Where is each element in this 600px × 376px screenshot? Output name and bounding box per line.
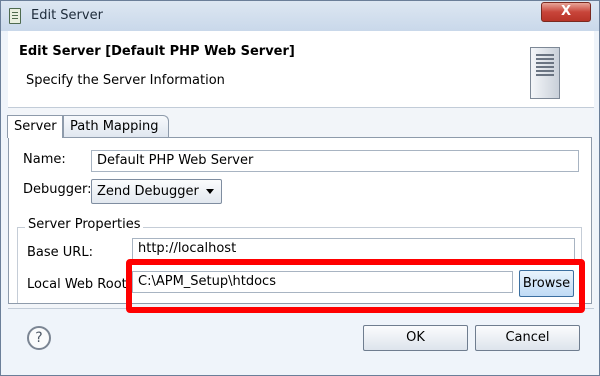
debugger-label: Debugger:: [23, 182, 92, 197]
base-url-label: Base URL:: [27, 245, 93, 260]
debugger-selected-value: Zend Debugger: [97, 184, 199, 199]
dialog-header: Edit Server [Default PHP Web Server] Spe…: [8, 31, 594, 107]
web-root-label: Local Web Root:: [27, 277, 132, 292]
base-url-input[interactable]: http://localhost: [132, 238, 575, 260]
header-description: Specify the Server Information: [26, 73, 225, 88]
tab-server[interactable]: Server: [7, 115, 63, 138]
title-bar: Edit Server X: [1, 1, 599, 31]
cancel-button[interactable]: Cancel: [475, 325, 580, 351]
server-properties-label: Server Properties: [25, 217, 144, 232]
highlight-box: [126, 259, 585, 313]
ok-button[interactable]: OK: [363, 325, 468, 351]
tab-path-mapping[interactable]: Path Mapping: [63, 115, 169, 138]
name-label: Name:: [23, 152, 66, 167]
dropdown-arrow-icon: [206, 189, 214, 194]
help-icon[interactable]: ?: [27, 326, 51, 350]
server-icon: [530, 47, 560, 99]
name-input[interactable]: Default PHP Web Server: [91, 150, 579, 172]
header-title: Edit Server [Default PHP Web Server]: [19, 44, 295, 59]
close-button[interactable]: X: [541, 2, 591, 22]
window-title: Edit Server: [31, 8, 103, 23]
edit-server-dialog: Edit Server X Edit Server [Default PHP W…: [0, 0, 600, 376]
app-icon: [9, 8, 21, 24]
debugger-select[interactable]: Zend Debugger: [91, 179, 222, 204]
